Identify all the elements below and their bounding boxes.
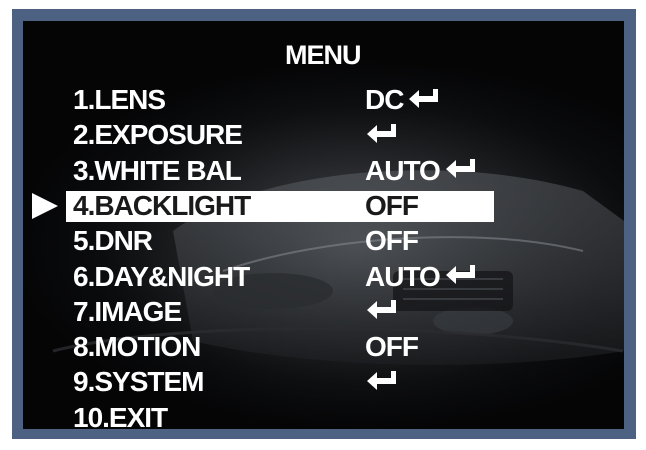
menu-item[interactable]: 8.MOTION OFF	[0, 332, 646, 362]
enter-return-icon	[365, 368, 399, 394]
menu-title: MENU	[285, 40, 361, 70]
menu-item-label: 1.LENS	[73, 84, 166, 115]
menu-item[interactable]: 4.BACKLIGHT OFF	[0, 189, 646, 222]
menu-item[interactable]: 1.LENS DC	[0, 85, 646, 115]
menu-item[interactable]: 9.SYSTEM	[0, 367, 646, 397]
menu-item-label: 7.IMAGE	[73, 295, 182, 327]
menu-item-label: 4.BACKLIGHT	[73, 189, 251, 221]
osd-frame: MENU 1.LENS DC 2.EXPOSURE 3.WHITE BAL AUTO 4.…	[0, 0, 646, 450]
menu-item-label: 10.EXIT	[73, 401, 168, 433]
menu-item-value: OFF	[365, 331, 419, 363]
menu-item-value: DC	[365, 85, 441, 115]
menu-item-label: 6.DAY&NIGHT	[73, 260, 250, 292]
enter-return-icon	[365, 297, 399, 323]
menu-item-value: OFF	[365, 225, 419, 257]
menu-item-value-text: AUTO	[365, 260, 441, 292]
menu-item-value-text: AUTO	[365, 154, 441, 186]
enter-return-icon	[444, 262, 478, 288]
menu-item-value-text: OFF	[365, 189, 419, 221]
menu-item-value	[365, 367, 399, 397]
menu-item[interactable]: 6.DAY&NIGHT AUTO	[0, 260, 646, 292]
menu-item-label: 9.SYSTEM	[73, 366, 204, 398]
menu-item-value	[365, 297, 399, 327]
enter-return-icon	[365, 121, 399, 147]
enter-return-icon	[407, 86, 441, 112]
menu-item-value-text: DC	[365, 84, 404, 115]
menu-item-label: 5.DNR	[73, 225, 153, 257]
menu-item-label: 3.WHITE BAL	[73, 154, 242, 186]
menu-item-value: AUTO	[365, 154, 478, 186]
menu-item-value-text: OFF	[365, 225, 419, 257]
selection-arrow-icon	[32, 192, 58, 219]
menu-item-label: 2.EXPOSURE	[73, 119, 243, 151]
menu-item-value-text: OFF	[365, 331, 419, 363]
enter-return-icon	[444, 156, 478, 182]
menu-item-value: AUTO	[365, 260, 478, 292]
menu-item[interactable]: 10.EXIT	[0, 401, 646, 433]
menu-item[interactable]: 7.IMAGE	[0, 295, 646, 327]
menu-item[interactable]: 3.WHITE BAL AUTO	[0, 154, 646, 186]
menu-item-label: 8.MOTION	[73, 331, 201, 363]
menu-item[interactable]: 2.EXPOSURE	[0, 120, 646, 150]
menu-item[interactable]: 5.DNR OFF	[0, 226, 646, 256]
menu-item-value	[365, 120, 399, 150]
menu-item-value: OFF	[365, 189, 419, 221]
